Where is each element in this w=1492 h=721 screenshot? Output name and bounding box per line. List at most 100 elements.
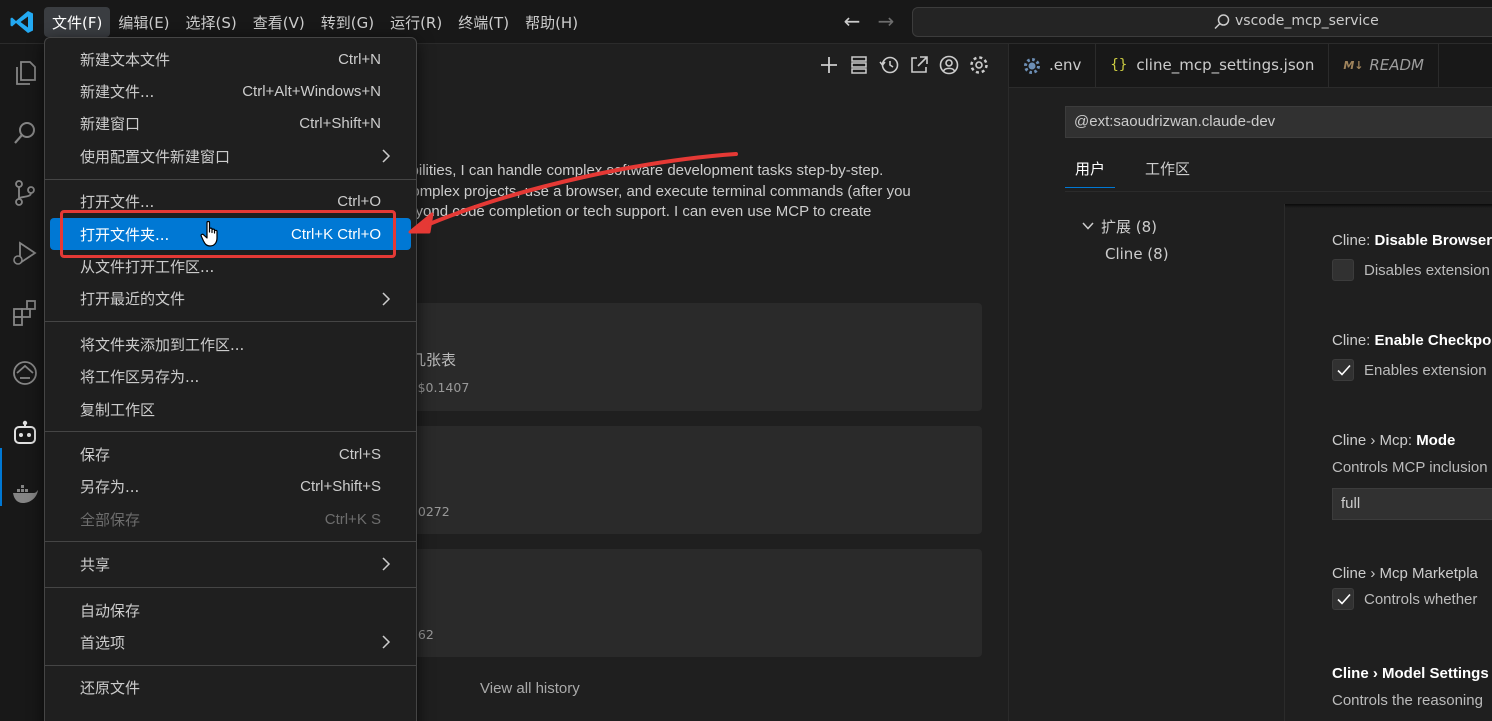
mcp-mode-select[interactable]: full bbox=[1332, 488, 1492, 520]
setting-disable-browser: Cline: Disable Browser Disables extensio… bbox=[1332, 232, 1492, 281]
menu-label: 另存为... bbox=[80, 478, 140, 497]
docker-icon[interactable] bbox=[10, 478, 40, 508]
menu-go[interactable]: 转到(G) bbox=[313, 7, 382, 37]
settings-gear-icon[interactable] bbox=[968, 54, 990, 76]
menu-help[interactable]: 帮助(H) bbox=[517, 7, 586, 37]
setting-prefix: Cline › Model Settings bbox=[1332, 665, 1489, 682]
setting-desc-text: Enables extension bbox=[1364, 361, 1487, 379]
vscode-logo-icon bbox=[10, 11, 33, 33]
file-menu: 新建文本文件 Ctrl+N 新建文件... Ctrl+Alt+Windows+N 新… bbox=[44, 37, 417, 721]
checkbox[interactable] bbox=[1332, 259, 1354, 281]
menu-run[interactable]: 运行(R) bbox=[382, 7, 450, 37]
back-arrow-icon[interactable]: ← bbox=[838, 9, 866, 35]
panel-toolbar bbox=[818, 54, 990, 76]
shortcut: Ctrl+Shift+S bbox=[300, 478, 381, 496]
menu-view[interactable]: 查看(V) bbox=[245, 7, 313, 37]
toc-extensions[interactable]: 扩展 (8) bbox=[1081, 212, 1169, 240]
explorer-files-icon[interactable] bbox=[10, 58, 40, 88]
menu-separator bbox=[45, 664, 416, 666]
checkbox-checked[interactable] bbox=[1332, 588, 1354, 610]
shortcut: Ctrl+K S bbox=[324, 510, 381, 528]
menu-share[interactable]: 共享 bbox=[50, 548, 411, 580]
menu-save[interactable]: 保存 Ctrl+S bbox=[50, 438, 411, 470]
tab-label: cline_mcp_settings.json bbox=[1136, 56, 1315, 74]
forward-arrow-icon[interactable]: → bbox=[872, 9, 900, 35]
history-card[interactable]: 有几张表 st: $0.1407 bbox=[330, 303, 982, 411]
menu-label: 复制工作区 bbox=[80, 400, 156, 419]
tab-cline-mcp-settings[interactable]: {} cline_mcp_settings.json bbox=[1096, 44, 1330, 88]
checkbox-checked[interactable] bbox=[1332, 359, 1354, 381]
setting-desc: Disables extension bbox=[1332, 259, 1492, 281]
menu-label: 使用配置文件新建窗口 bbox=[80, 147, 231, 166]
menu-selection[interactable]: 选择(S) bbox=[178, 7, 245, 37]
chevron-right-icon bbox=[382, 635, 391, 649]
mcp-servers-icon[interactable] bbox=[848, 54, 870, 76]
menu-file[interactable]: 文件(F) bbox=[44, 7, 111, 37]
menu-separator bbox=[45, 321, 416, 323]
setting-prefix: Cline: bbox=[1332, 332, 1375, 349]
tab-user-settings[interactable]: 用户 bbox=[1065, 156, 1116, 188]
tab-readme[interactable]: M↓ READM bbox=[1329, 44, 1439, 88]
cline-robot-icon[interactable] bbox=[10, 418, 40, 448]
setting-name: Mode bbox=[1416, 432, 1456, 449]
menu-new-text-file[interactable]: 新建文本文件 Ctrl+N bbox=[50, 43, 411, 75]
menu-preferences[interactable]: 首选项 bbox=[50, 626, 411, 658]
tab-env[interactable]: .env bbox=[1009, 44, 1097, 88]
extensions-icon[interactable] bbox=[10, 298, 40, 328]
shortcut: Ctrl+O bbox=[337, 193, 381, 211]
remote-explorer-icon[interactable] bbox=[10, 358, 40, 388]
menu-new-file[interactable]: 新建文件... Ctrl+Alt+Windows+N bbox=[50, 75, 411, 107]
settings-toc: 扩展 (8) Cline (8) bbox=[1081, 212, 1169, 268]
search-icon[interactable] bbox=[10, 118, 40, 148]
setting-mcp-mode: Cline › Mcp: Mode Controls MCP inclusion… bbox=[1332, 432, 1492, 520]
chevron-right-icon bbox=[382, 149, 391, 163]
menu-duplicate-workspace[interactable]: 复制工作区 bbox=[50, 393, 411, 425]
plus-icon[interactable] bbox=[818, 54, 840, 76]
settings-search-input[interactable]: @ext:saoudrizwan.claude-dev bbox=[1065, 106, 1492, 138]
command-center-search[interactable]: vscode_mcp_service bbox=[912, 7, 1492, 37]
view-all-history-link[interactable]: View all history bbox=[480, 680, 580, 697]
menu-new-window-profile[interactable]: 使用配置文件新建窗口 bbox=[50, 140, 411, 172]
setting-prefix: Cline › Mcp Marketpla bbox=[1332, 565, 1478, 582]
menu-edit[interactable]: 编辑(E) bbox=[110, 7, 177, 37]
menu-revert-file[interactable]: 还原文件 bbox=[50, 672, 411, 704]
tab-label: READM bbox=[1369, 56, 1424, 74]
history-card[interactable]: $0.0272 bbox=[330, 426, 982, 534]
menu-label: 还原文件 bbox=[80, 679, 141, 698]
menu-add-folder[interactable]: 将文件夹添加到工作区... bbox=[50, 328, 411, 360]
toc-label: Cline (8) bbox=[1105, 245, 1169, 263]
history-icon[interactable] bbox=[878, 54, 900, 76]
menu-terminal[interactable]: 终端(T) bbox=[450, 7, 517, 37]
setting-desc-text: Controls the reasoning bbox=[1332, 692, 1483, 709]
account-icon[interactable] bbox=[938, 54, 960, 76]
menu-label: 新建文件... bbox=[80, 83, 155, 102]
history-card[interactable]: .0062 bbox=[330, 549, 982, 657]
menu-save-as[interactable]: 另存为... Ctrl+Shift+S bbox=[50, 471, 411, 503]
menu-label: 将文件夹添加到工作区... bbox=[80, 335, 245, 354]
menu-separator bbox=[45, 431, 416, 433]
menu-new-window[interactable]: 新建窗口 Ctrl+Shift+N bbox=[50, 108, 411, 140]
setting-prefix: Cline › Mcp: bbox=[1332, 432, 1417, 449]
menu-open-recent[interactable]: 打开最近的文件 bbox=[50, 283, 411, 315]
shortcut: Ctrl+Alt+Windows+N bbox=[242, 83, 381, 101]
tab-label: .env bbox=[1049, 56, 1082, 74]
shortcut: Ctrl+Shift+N bbox=[299, 115, 381, 133]
menu-save-workspace-as[interactable]: 将工作区另存为... bbox=[50, 361, 411, 393]
open-in-editor-icon[interactable] bbox=[908, 54, 930, 76]
active-indicator bbox=[0, 448, 2, 506]
setting-desc: Enables extension bbox=[1332, 359, 1492, 381]
hand-pointer-cursor-icon bbox=[200, 220, 218, 247]
setting-name: Enable Checkpo bbox=[1374, 332, 1492, 349]
run-debug-icon[interactable] bbox=[10, 238, 40, 268]
tab-workspace-settings[interactable]: 工作区 bbox=[1135, 156, 1200, 188]
menu-label: 共享 bbox=[80, 556, 111, 575]
menu-separator bbox=[45, 178, 416, 180]
source-control-icon[interactable] bbox=[10, 178, 40, 208]
toc-label: 扩展 (8) bbox=[1101, 217, 1158, 236]
divider bbox=[1284, 204, 1285, 721]
setting-title: Cline › Model Settings bbox=[1332, 665, 1492, 682]
menu-auto-save[interactable]: 自动保存 bbox=[50, 594, 411, 626]
editor-tabs: .env {} cline_mcp_settings.json M↓ READM bbox=[1009, 44, 1492, 88]
setting-title: Cline: Disable Browser bbox=[1332, 232, 1492, 249]
toc-cline[interactable]: Cline (8) bbox=[1081, 240, 1169, 268]
